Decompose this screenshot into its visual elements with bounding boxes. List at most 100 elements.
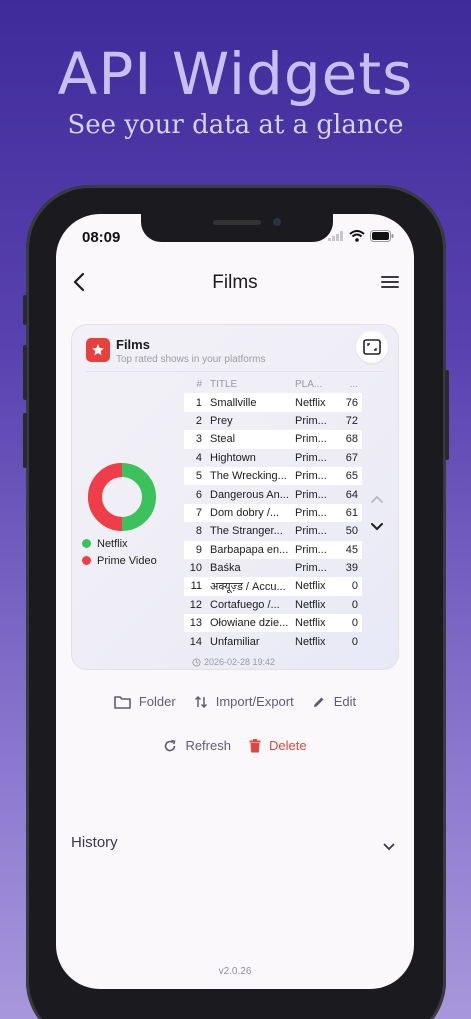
widget-title: Films [116, 337, 150, 352]
donut-slice-prime [88, 463, 123, 531]
row-platform: Prim... [295, 451, 327, 464]
table-row[interactable]: 13 Ołowiane dzie... Netflix 0 [184, 614, 362, 633]
row-platform: Netflix [295, 598, 326, 611]
battery-icon [370, 230, 394, 242]
row-value: 50 [345, 525, 358, 538]
row-platform: Prim... [295, 543, 327, 556]
row-value: 45 [345, 543, 358, 556]
table-row[interactable]: 3 Steal Prim... 68 [184, 430, 362, 449]
folder-button[interactable]: Folder [114, 694, 176, 709]
refresh-icon [165, 739, 176, 751]
table-row[interactable]: 8 The Stranger... Prim... 50 [184, 522, 362, 540]
status-icons [328, 230, 394, 242]
row-value: 67 [345, 451, 358, 464]
table-row[interactable]: 1 Smallville Netflix 76 [184, 393, 362, 412]
row-value: 64 [345, 488, 358, 501]
column-header-platform: PLA... [295, 378, 323, 390]
delete-button[interactable]: Delete [249, 738, 307, 753]
table-row[interactable]: 14 Unfamiliar Netflix 0 [184, 632, 362, 650]
row-platform: Prim... [295, 506, 327, 519]
row-rank: 14 [189, 635, 202, 648]
table-row[interactable]: 11 अक्यूज़्ड / Accu... Netflix 0 [184, 577, 362, 596]
refresh-button[interactable]: Refresh [163, 738, 231, 753]
chevron-down-icon[interactable] [370, 519, 384, 537]
legend-item-prime: Prime Video [82, 552, 157, 569]
platform-donut-chart [88, 463, 156, 531]
notch [141, 214, 333, 242]
row-title: The Stranger... [210, 525, 283, 538]
hamburger-menu-icon[interactable] [380, 274, 400, 295]
row-title: Dangerous An... [210, 488, 289, 501]
row-value: 0 [351, 635, 358, 648]
expand-icon[interactable] [356, 331, 388, 363]
table-row[interactable]: 5 The Wrecking... Prim... 65 [184, 466, 362, 486]
table-row[interactable]: 7 Dom dobry /... Prim... 61 [184, 503, 362, 523]
row-rank: 6 [195, 488, 202, 501]
row-rank: 11 [190, 580, 202, 593]
row-value: 0 [351, 598, 358, 611]
table-row[interactable]: 6 Dangerous An... Prim... 64 [184, 485, 362, 503]
chevron-up-icon[interactable] [370, 491, 384, 509]
phone-frame: 08:09 Films Films Top rated shows in you… [23, 185, 449, 1019]
row-value: 76 [345, 396, 358, 409]
row-platform: Netflix [295, 396, 326, 409]
row-value: 65 [345, 470, 358, 483]
history-section-toggle[interactable]: History [71, 834, 399, 858]
row-rank: 9 [195, 543, 202, 556]
row-rank: 2 [195, 414, 202, 427]
table-row[interactable]: 10 Baśka Prim... 39 [184, 559, 362, 577]
widget-divider [86, 371, 384, 372]
row-title: Baśka [210, 562, 241, 575]
refresh-label: Refresh [185, 738, 231, 753]
row-value: 0 [351, 580, 358, 593]
widget-timestamp: 2026-02-28 19:42 [192, 657, 275, 667]
row-rank: 1 [195, 396, 202, 409]
import-export-label: Import/Export [215, 694, 294, 709]
widget-subtitle: Top rated shows in your platforms [116, 354, 266, 365]
signal-icon [328, 231, 343, 241]
edit-button[interactable]: Edit [312, 694, 356, 709]
row-value: 39 [345, 562, 358, 575]
action-row-primary: Folder Import/Export Edit [56, 694, 414, 709]
row-rank: 12 [189, 598, 202, 611]
app-version: v2.0.26 [218, 966, 252, 977]
chart-legend: Netflix Prime Video [82, 535, 157, 569]
table-row[interactable]: 9 Barbapapa en... Prim... 45 [184, 540, 362, 559]
pencil-icon [313, 697, 324, 707]
table-row[interactable]: 2 Prey Prim... 72 [184, 412, 362, 430]
import-export-button[interactable]: Import/Export [194, 694, 294, 709]
row-title: Prey [210, 414, 233, 427]
status-time: 08:09 [82, 229, 121, 246]
legend-label: Prime Video [97, 554, 157, 567]
action-row-secondary: Refresh Delete [56, 738, 414, 753]
navigation-bar: Films [56, 264, 414, 304]
legend-dot-netflix [82, 539, 91, 548]
power-button [445, 370, 449, 460]
row-platform: Prim... [295, 414, 327, 427]
row-platform: Netflix [295, 635, 326, 648]
row-title: Ołowiane dzie... [210, 617, 289, 630]
films-widget[interactable]: Films Top rated shows in your platforms … [71, 324, 399, 670]
table-row[interactable]: 12 Cortafuego /... Netflix 0 [184, 596, 362, 614]
row-title: Cortafuego /... [210, 598, 280, 611]
row-rank: 8 [195, 525, 202, 538]
mute-switch [23, 295, 27, 325]
delete-label: Delete [268, 738, 307, 753]
page-title: Films [212, 272, 258, 293]
timestamp-text: 2026-02-28 19:42 [204, 657, 276, 667]
legend-item-netflix: Netflix [82, 535, 157, 552]
table-row[interactable]: 4 Hightown Prim... 67 [184, 449, 362, 467]
row-title: Steal [210, 433, 236, 446]
row-value: 0 [351, 617, 358, 630]
speaker [213, 220, 261, 225]
row-platform: Prim... [295, 470, 327, 483]
column-header-value: ... [349, 378, 358, 390]
promo-subline: See your data at a glance [67, 110, 404, 140]
row-platform: Prim... [295, 525, 327, 538]
swap-arrows-icon [194, 695, 207, 708]
row-platform: Prim... [295, 562, 327, 575]
row-rank: 3 [195, 433, 202, 446]
history-label: History [71, 834, 118, 851]
camera [273, 218, 281, 226]
row-rank: 10 [189, 562, 202, 575]
